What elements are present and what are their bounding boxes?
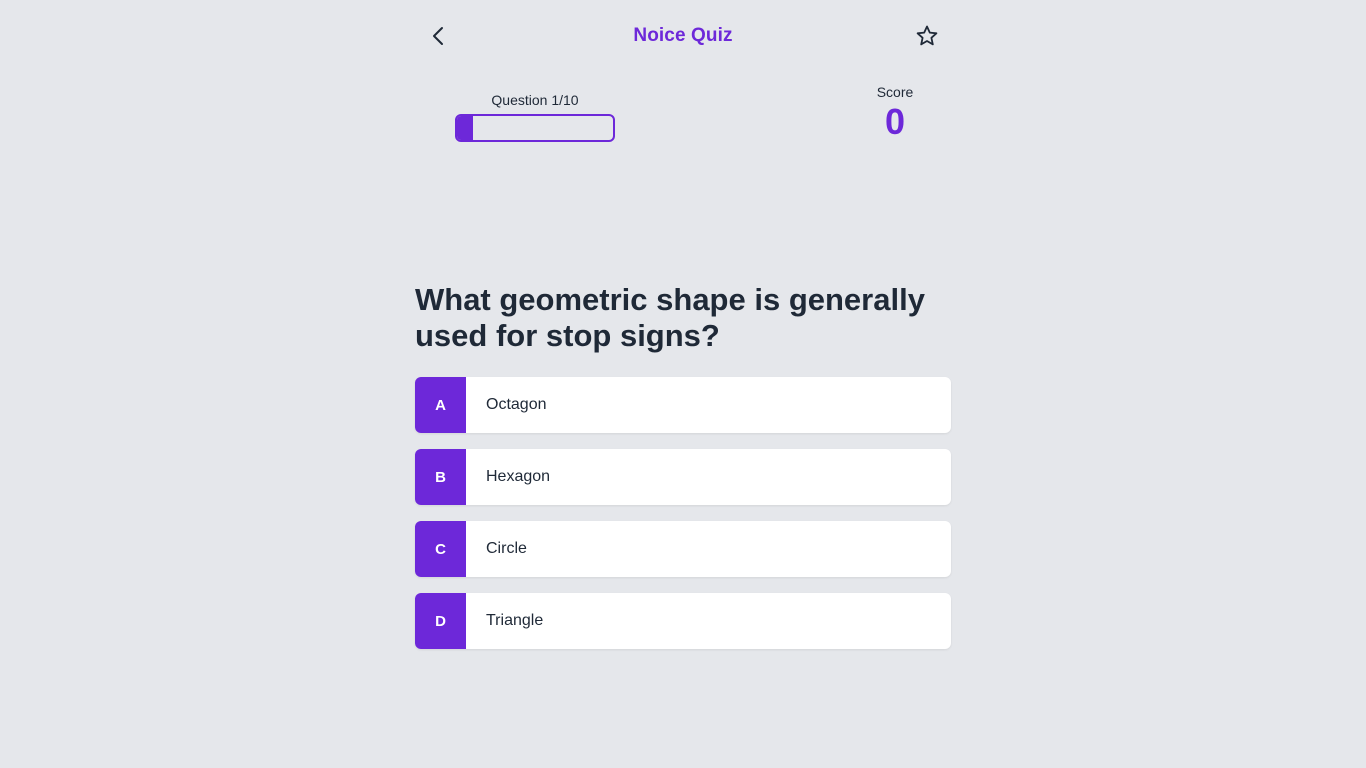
star-icon bbox=[916, 25, 938, 46]
answer-option-b[interactable]: B Hexagon bbox=[415, 449, 951, 505]
answer-text: Octagon bbox=[486, 396, 547, 413]
answer-option-d[interactable]: D Triangle bbox=[415, 593, 951, 649]
score-label: Score bbox=[876, 84, 914, 100]
answer-text: Hexagon bbox=[486, 468, 551, 485]
score-value: 0 bbox=[884, 101, 906, 142]
progress-bar bbox=[455, 114, 615, 142]
question-counter: Question 1/10 bbox=[491, 92, 579, 108]
question-text: What geometric shape is generally used f… bbox=[415, 282, 925, 353]
progress-bar-fill bbox=[457, 116, 473, 140]
answer-letter: C bbox=[415, 521, 466, 577]
answer-letter: A bbox=[415, 377, 466, 433]
question-progress: Question 1/10 bbox=[455, 92, 615, 142]
answer-text: Circle bbox=[486, 540, 527, 557]
answer-list: A Octagon B Hexagon C Circle D Triangle bbox=[415, 377, 951, 665]
answer-text: Triangle bbox=[486, 612, 544, 629]
answer-letter: B bbox=[415, 449, 466, 505]
answer-option-a[interactable]: A Octagon bbox=[415, 377, 951, 433]
answer-option-c[interactable]: C Circle bbox=[415, 521, 951, 577]
score-panel: Score 0 bbox=[855, 84, 935, 142]
favorite-button[interactable] bbox=[913, 22, 941, 50]
app-title: Noice Quiz bbox=[633, 25, 733, 46]
answer-letter: D bbox=[415, 593, 466, 649]
quiz-app: Noice Quiz Question 1/10 Score 0 What ge… bbox=[0, 0, 1366, 768]
header: Noice Quiz bbox=[415, 0, 951, 72]
